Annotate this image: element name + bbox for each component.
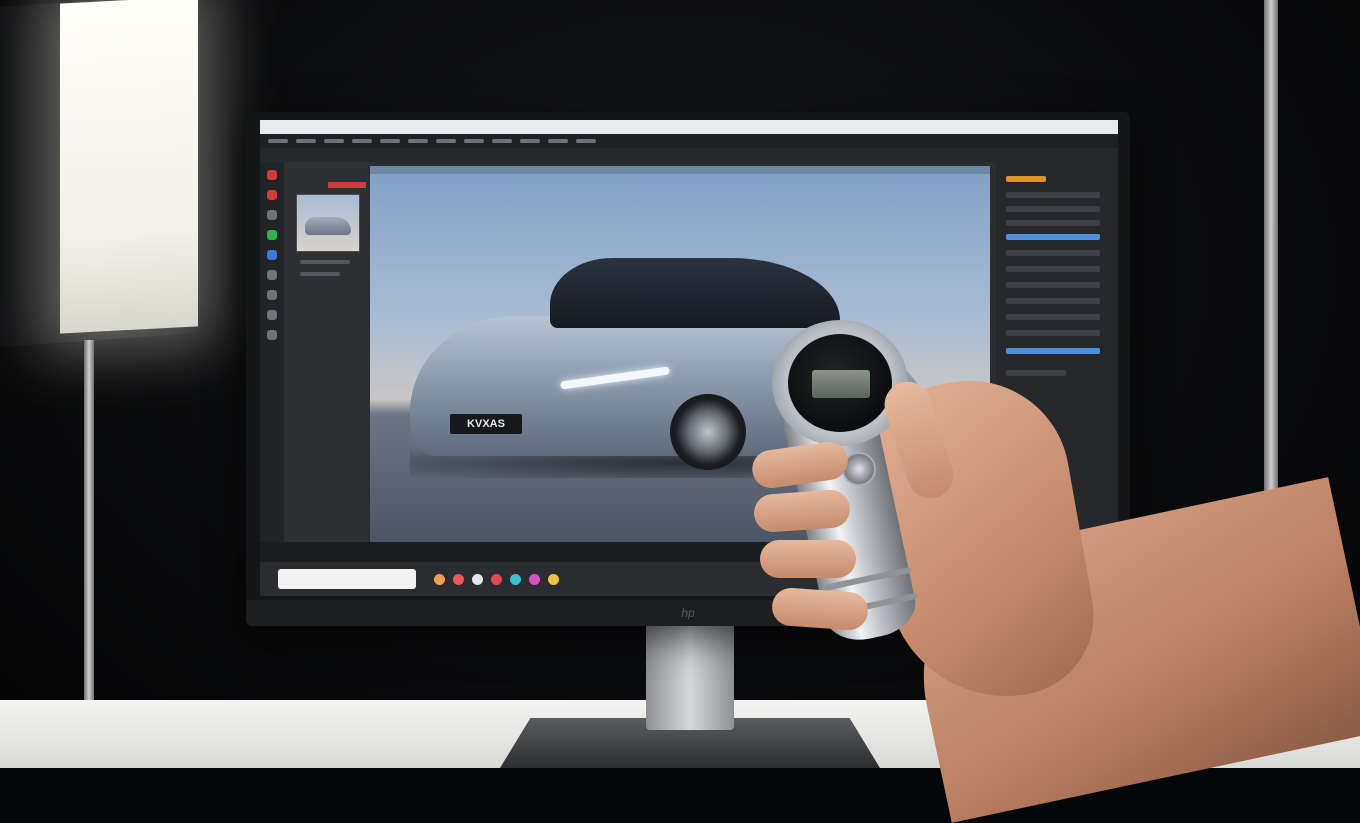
- device-dial: [772, 320, 908, 446]
- menu-item[interactable]: [492, 139, 512, 143]
- layer-row[interactable]: [1006, 370, 1066, 376]
- menu-item[interactable]: [324, 139, 344, 143]
- tool-icon[interactable]: [267, 250, 277, 260]
- car-wheel: [670, 394, 746, 470]
- layer-row-selected[interactable]: [1006, 348, 1100, 354]
- device-lcd-screen: [812, 370, 870, 398]
- monitor-logo: hp: [681, 606, 695, 620]
- menu-item[interactable]: [520, 139, 540, 143]
- device-face: [788, 334, 892, 432]
- layer-row[interactable]: [1006, 250, 1100, 256]
- tool-icon[interactable]: [267, 230, 277, 240]
- tool-icon[interactable]: [267, 170, 277, 180]
- thumbnail-car: [305, 217, 351, 235]
- menu-bar: [260, 134, 1118, 148]
- layer-row[interactable]: [1006, 220, 1100, 226]
- layer-row[interactable]: [1006, 176, 1046, 182]
- menu-item[interactable]: [296, 139, 316, 143]
- taskbar-app-icon[interactable]: [510, 573, 521, 585]
- layer-row[interactable]: [1006, 298, 1100, 304]
- taskbar-app-icon[interactable]: [548, 573, 559, 585]
- taskbar-app-icon[interactable]: [453, 573, 464, 585]
- car-license-plate: KVXAS: [450, 414, 522, 434]
- tool-icon[interactable]: [267, 290, 277, 300]
- tool-icon[interactable]: [267, 310, 277, 320]
- finger: [770, 586, 870, 632]
- layer-row[interactable]: [1006, 266, 1100, 272]
- layer-row-selected[interactable]: [1006, 234, 1100, 240]
- taskbar-app-icon[interactable]: [472, 573, 483, 585]
- finger: [760, 540, 856, 578]
- menu-item[interactable]: [268, 139, 288, 143]
- panel-property: [300, 272, 340, 276]
- layer-row[interactable]: [1006, 206, 1100, 212]
- taskbar-app-icon[interactable]: [529, 573, 540, 585]
- taskbar-app-icon[interactable]: [434, 573, 445, 585]
- panel-header-tab[interactable]: [328, 182, 366, 188]
- monitor-stand: [646, 620, 734, 730]
- canvas-tab: [370, 166, 990, 174]
- taskbar-search-box[interactable]: [278, 569, 416, 589]
- menu-item[interactable]: [352, 139, 372, 143]
- options-bar: [260, 148, 1118, 162]
- tool-icon[interactable]: [267, 190, 277, 200]
- layer-row[interactable]: [1006, 330, 1100, 336]
- panel-property: [300, 260, 350, 264]
- navigator-panel: [284, 162, 368, 562]
- layer-row[interactable]: [1006, 282, 1100, 288]
- light-stand-left: [84, 340, 94, 700]
- tool-icon[interactable]: [267, 270, 277, 280]
- window-titlebar: [260, 120, 1118, 134]
- taskbar-app-icon[interactable]: [491, 573, 502, 585]
- tool-icon[interactable]: [267, 210, 277, 220]
- tools-panel: [260, 162, 284, 570]
- menu-item[interactable]: [436, 139, 456, 143]
- menu-item[interactable]: [380, 139, 400, 143]
- car-windows: [550, 258, 840, 328]
- menu-item[interactable]: [548, 139, 568, 143]
- menu-item[interactable]: [464, 139, 484, 143]
- layer-row[interactable]: [1006, 192, 1100, 198]
- finger: [752, 488, 852, 534]
- image-thumbnail[interactable]: [296, 194, 360, 252]
- menu-item[interactable]: [408, 139, 428, 143]
- tool-icon[interactable]: [267, 330, 277, 340]
- softbox-light: [60, 0, 198, 334]
- layer-row[interactable]: [1006, 314, 1100, 320]
- menu-item[interactable]: [576, 139, 596, 143]
